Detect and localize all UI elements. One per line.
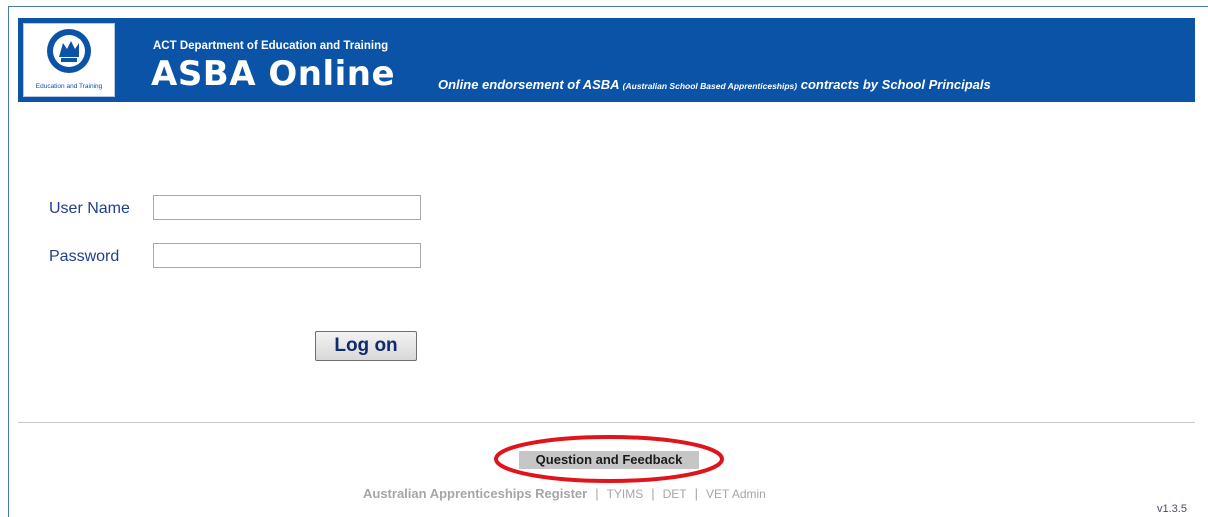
footer-links: Australian Apprenticeships Register | TYIM… (363, 486, 766, 501)
tagline: Online endorsement of ASBA (Australian S… (438, 77, 991, 92)
footer-link-vet-admin[interactable]: VET Admin (706, 487, 766, 501)
password-input[interactable] (153, 243, 421, 268)
log-on-button[interactable]: Log on (315, 331, 417, 361)
tagline-small: (Australian School Based Apprenticeships… (622, 81, 798, 91)
footer-link-det[interactable]: DET (663, 487, 687, 501)
department-name: ACT Department of Education and Training (153, 40, 389, 52)
footer-separator: | (651, 486, 655, 501)
footer-separator: | (595, 486, 599, 501)
header-banner: Education and Training ACT Department of… (18, 18, 1195, 102)
footer-link-tyims[interactable]: TYIMS (607, 487, 644, 501)
username-input[interactable] (153, 195, 421, 220)
app-title: ASBA Online (151, 54, 396, 94)
password-label: Password (49, 248, 120, 265)
footer-divider (18, 422, 1195, 423)
footer-link-apprenticeships-register[interactable]: Australian Apprenticeships Register (363, 486, 587, 501)
footer-separator: | (694, 486, 699, 501)
frame-left-border (8, 6, 9, 517)
frame-top-border (8, 6, 1208, 7)
tagline-part1: Online endorsement of ASBA (438, 77, 623, 92)
version-label: v1.3.5 (1157, 503, 1187, 515)
act-logo: Education and Training (23, 23, 115, 97)
coat-of-arms-icon (47, 29, 91, 73)
tagline-part2: contracts by School Principals (797, 77, 991, 92)
question-and-feedback-link[interactable]: Question and Feedback (519, 451, 699, 469)
username-label: User Name (49, 200, 130, 217)
feedback-area: Question and Feedback (493, 434, 725, 484)
logo-caption: Education and Training (35, 83, 103, 90)
